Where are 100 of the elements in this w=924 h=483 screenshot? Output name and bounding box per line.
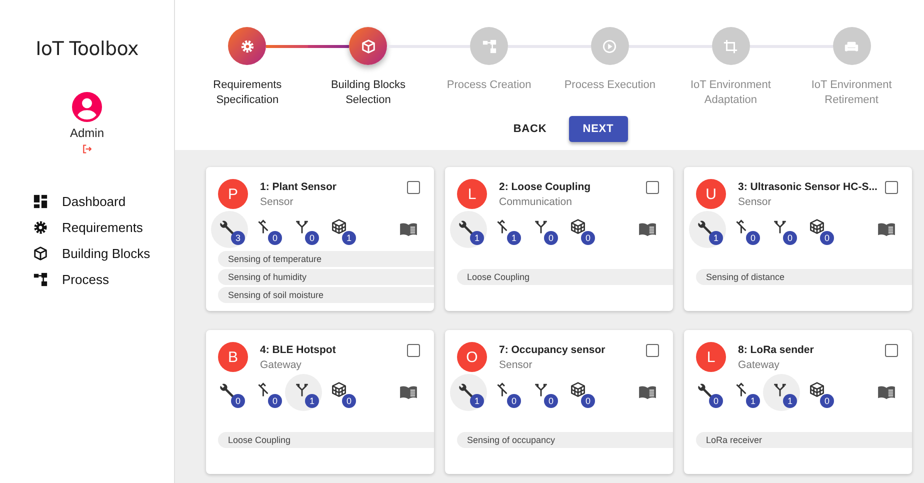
stat-button[interactable]: 0 bbox=[524, 210, 561, 248]
stat-button[interactable]: 0 bbox=[322, 374, 359, 410]
card-title: 3: Ultrasonic Sensor HC-S... bbox=[738, 181, 878, 193]
book-icon[interactable] bbox=[638, 222, 657, 236]
next-button[interactable]: NEXT bbox=[568, 116, 628, 142]
gear-icon bbox=[33, 220, 48, 235]
capability-tag: Sensing of soil moisture bbox=[218, 287, 434, 303]
stat-button[interactable]: 1 bbox=[450, 210, 487, 248]
card-title: 7: Occupancy sensor bbox=[499, 344, 606, 356]
stat-button[interactable]: 1 bbox=[285, 374, 322, 410]
user-name: Admin bbox=[70, 126, 104, 140]
count-badge: 1 bbox=[342, 230, 356, 244]
capability-tag: LoRa receiver bbox=[696, 432, 912, 448]
stat-button[interactable]: 1 bbox=[726, 374, 763, 410]
user-avatar-icon[interactable] bbox=[72, 92, 102, 122]
stat-button[interactable]: 0 bbox=[800, 374, 837, 410]
count-badge: 1 bbox=[783, 394, 797, 408]
count-badge: 0 bbox=[746, 230, 760, 244]
stat-button[interactable]: 0 bbox=[524, 374, 561, 410]
book-icon[interactable] bbox=[877, 222, 896, 236]
card-subtitle: Gateway bbox=[738, 359, 780, 371]
letter-avatar: P bbox=[218, 179, 248, 209]
stat-button[interactable]: 1 bbox=[689, 210, 726, 248]
stat-button[interactable]: 0 bbox=[726, 210, 763, 248]
count-badge: 0 bbox=[342, 394, 356, 408]
count-badge: 1 bbox=[507, 230, 521, 244]
step-gear-icon[interactable] bbox=[228, 27, 266, 65]
capability-tag: Loose Coupling bbox=[218, 432, 434, 448]
card-subtitle: Communication bbox=[499, 196, 573, 208]
nav-item[interactable]: Building Blocks bbox=[33, 246, 174, 261]
stat-button[interactable]: 0 bbox=[248, 374, 285, 410]
count-badge: 0 bbox=[507, 394, 521, 408]
book-icon[interactable] bbox=[399, 384, 418, 400]
card-subtitle: Sensor bbox=[260, 196, 294, 208]
cube-icon bbox=[33, 246, 48, 261]
logout-icon[interactable] bbox=[82, 144, 92, 154]
card-title: 4: BLE Hotspot bbox=[260, 344, 337, 356]
back-button[interactable]: BACK bbox=[499, 116, 561, 142]
count-badge: 1 bbox=[709, 230, 723, 244]
capability-tag: Sensing of humidity bbox=[218, 269, 434, 285]
letter-avatar: U bbox=[696, 179, 726, 209]
count-badge: 0 bbox=[581, 230, 595, 244]
count-badge: 0 bbox=[581, 394, 595, 408]
count-badge: 0 bbox=[268, 230, 282, 244]
letter-avatar: O bbox=[457, 342, 487, 372]
stat-button[interactable]: 0 bbox=[561, 374, 598, 410]
letter-avatar: L bbox=[457, 179, 487, 209]
letter-avatar: B bbox=[218, 342, 248, 372]
stat-button[interactable]: 0 bbox=[561, 210, 598, 248]
nav-item[interactable]: Requirements bbox=[33, 220, 174, 235]
stat-button[interactable]: 0 bbox=[211, 374, 248, 410]
stat-button[interactable]: 0 bbox=[487, 374, 524, 410]
nav-item[interactable]: Process bbox=[33, 272, 174, 287]
count-badge: 0 bbox=[820, 394, 834, 408]
step-label: Requirements Specification bbox=[212, 78, 283, 108]
card-title: 1: Plant Sensor bbox=[260, 181, 338, 193]
checkbox[interactable] bbox=[885, 181, 898, 194]
checkbox[interactable] bbox=[885, 344, 898, 357]
stat-button[interactable]: 0 bbox=[248, 210, 285, 248]
card-subtitle: Sensor bbox=[738, 196, 772, 208]
package-icon bbox=[808, 381, 826, 399]
stat-button[interactable]: 0 bbox=[763, 210, 800, 248]
card-title: 2: Loose Coupling bbox=[499, 181, 592, 193]
capability-tag: Sensing of temperature bbox=[218, 251, 434, 267]
hierarchy-icon bbox=[33, 272, 48, 287]
book-icon[interactable] bbox=[877, 384, 896, 400]
count-badge: 0 bbox=[783, 230, 797, 244]
stat-button[interactable]: 0 bbox=[800, 210, 837, 248]
step-cube-icon[interactable] bbox=[349, 27, 388, 65]
count-badge: 1 bbox=[305, 394, 319, 408]
count-badge: 1 bbox=[470, 230, 484, 244]
book-icon[interactable] bbox=[399, 222, 418, 236]
step-label: IoT Environment Adaptation bbox=[689, 78, 772, 108]
stat-button[interactable]: 1 bbox=[763, 374, 800, 410]
app-title: IoT Toolbox bbox=[36, 38, 138, 60]
package-icon bbox=[808, 218, 826, 236]
card-title: 8: LoRa sender bbox=[738, 344, 815, 356]
stat-button[interactable]: 1 bbox=[487, 210, 524, 248]
capability-tag: Loose Coupling bbox=[457, 269, 673, 285]
book-icon[interactable] bbox=[638, 384, 657, 400]
capability-tag: Sensing of distance bbox=[696, 269, 912, 285]
nav-item[interactable]: Dashboard bbox=[33, 194, 174, 209]
letter-avatar: L bbox=[696, 342, 726, 372]
card-subtitle: Gateway bbox=[260, 359, 302, 371]
count-badge: 0 bbox=[231, 394, 245, 408]
step-label: Process Execution bbox=[563, 78, 656, 93]
stat-button[interactable]: 0 bbox=[689, 374, 726, 410]
stat-button[interactable]: 1 bbox=[450, 374, 487, 410]
count-badge: 0 bbox=[268, 394, 282, 408]
package-icon bbox=[568, 218, 586, 236]
checkbox[interactable] bbox=[407, 181, 420, 194]
checkbox[interactable] bbox=[646, 344, 659, 357]
card-subtitle: Sensor bbox=[499, 359, 534, 371]
stat-button[interactable]: 0 bbox=[285, 210, 322, 248]
stat-button[interactable]: 3 bbox=[211, 210, 248, 248]
count-badge: 1 bbox=[470, 394, 484, 408]
dashboard-icon bbox=[33, 194, 48, 209]
stat-button[interactable]: 1 bbox=[322, 210, 359, 248]
checkbox[interactable] bbox=[646, 181, 659, 194]
checkbox[interactable] bbox=[407, 344, 420, 357]
